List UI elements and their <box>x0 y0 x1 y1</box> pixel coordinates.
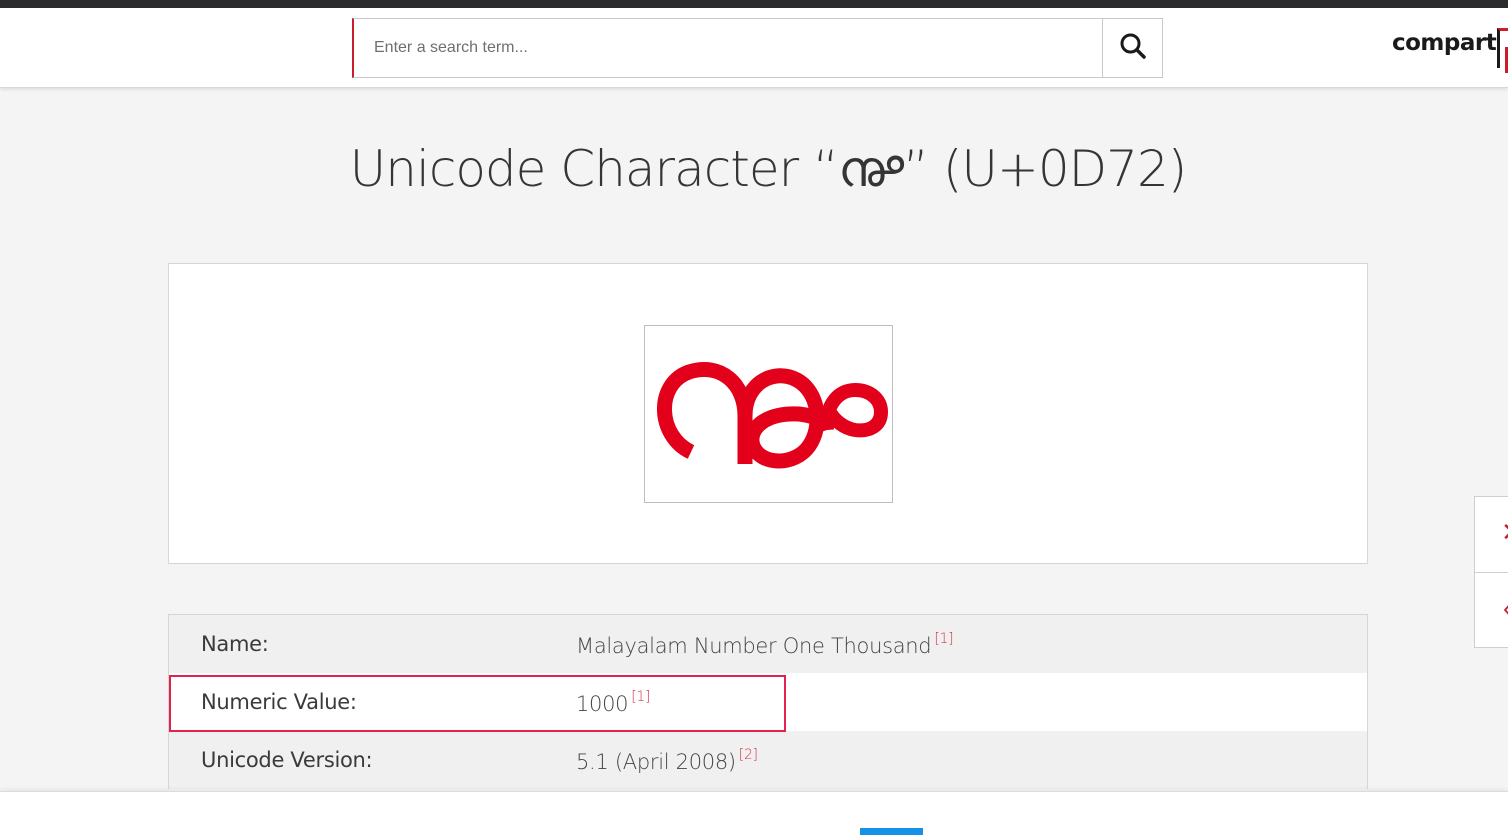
site-header: compart <box>0 8 1508 88</box>
search-button[interactable] <box>1102 19 1162 77</box>
close-icon[interactable]: ✕ <box>1501 519 1508 545</box>
property-value-text: Malayalam Number One Thousand <box>576 633 932 658</box>
logo-mark-icon <box>1497 28 1508 73</box>
title-glyph: ൲ <box>837 140 904 198</box>
property-key: Numeric Value: <box>201 690 357 714</box>
reference-link[interactable]: [1] <box>934 631 953 647</box>
search-input[interactable] <box>354 19 1102 77</box>
table-row: Numeric Value: 1000 [1] <box>169 673 1367 731</box>
glyph-image <box>644 325 893 503</box>
page-title: Unicode Character “൲” (U+0D72) <box>0 140 1508 199</box>
search-icon <box>1119 32 1147 65</box>
property-value: 5.1 (April 2008) [2] <box>576 747 758 774</box>
property-value-text: 1000 <box>576 691 629 716</box>
properties-table: Name: Malayalam Number One Thousand [1] N… <box>168 614 1368 789</box>
property-key: Unicode Version: <box>201 748 373 772</box>
share-widget: ✕ ‹ <box>1474 496 1508 648</box>
share-icon[interactable]: ‹ <box>1503 595 1508 621</box>
search-bar <box>352 18 1163 78</box>
property-key: Name: <box>201 632 269 656</box>
share-widget-divider <box>1475 572 1508 573</box>
table-row: Name: Malayalam Number One Thousand [1] <box>169 615 1367 673</box>
property-value: 1000 [1] <box>576 689 650 716</box>
top-strip <box>0 0 1508 8</box>
reference-link[interactable]: [2] <box>739 747 758 763</box>
title-suffix: ” (U+0D72) <box>903 140 1187 198</box>
bottom-accent-bar <box>860 828 923 835</box>
malayalam-one-thousand-glyph-icon <box>656 362 888 469</box>
glyph-card <box>168 263 1368 564</box>
property-value-text: 5.1 (April 2008) <box>576 749 736 774</box>
site-logo[interactable]: compart <box>1392 30 1497 56</box>
property-value: Malayalam Number One Thousand [1] <box>576 631 954 658</box>
bottom-bar <box>0 791 1508 835</box>
table-row: Unicode Version: 5.1 (April 2008) [2] <box>169 731 1367 789</box>
reference-link[interactable]: [1] <box>631 689 650 705</box>
title-prefix: Unicode Character “ <box>349 140 839 198</box>
